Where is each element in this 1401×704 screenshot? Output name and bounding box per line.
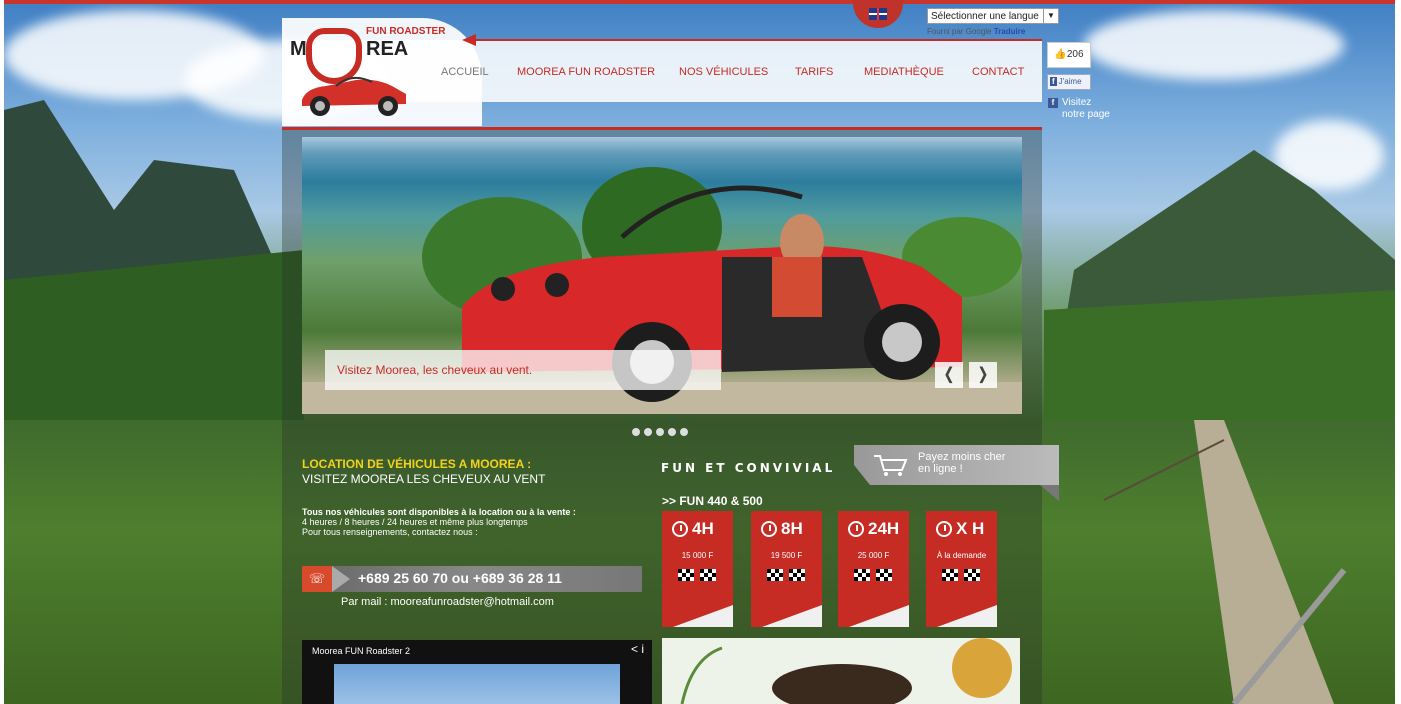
model-heading: >> FUN 440 & 500 <box>662 494 763 508</box>
nav-moorea-fun-roadster[interactable]: MOOREA FUN ROADSTER <box>517 66 655 78</box>
cartoon-illustration <box>662 638 1020 704</box>
nav-nos-vehicules[interactable]: NOS VÉHICULES <box>679 66 768 78</box>
price-card-duration: 4H <box>692 519 714 538</box>
pay-online-text[interactable]: Payez moins cher en ligne ! <box>918 451 1005 475</box>
logo-m: M <box>290 38 307 60</box>
translate-link[interactable]: Traduire <box>994 27 1026 36</box>
price-card-duration: 8H <box>781 519 803 538</box>
checkered-flags-icon <box>767 569 805 581</box>
checkered-flags-icon <box>854 569 892 581</box>
slider-dot[interactable] <box>644 428 652 436</box>
shopping-cart-icon <box>874 455 908 476</box>
price-card-8h[interactable]: 8H 19 500 F <box>751 511 822 627</box>
price-card-price: 15 000 F <box>681 551 714 560</box>
facebook-visit-link[interactable]: f Visitez notre page <box>1048 97 1110 121</box>
contact-email[interactable]: Par mail : mooreafunroadster@hotmail.com <box>341 596 554 608</box>
video-controls: < i <box>631 642 644 656</box>
checkered-flags-icon <box>678 569 716 581</box>
clock-icon <box>848 521 864 537</box>
price-card-price: 25 000 F <box>857 551 890 560</box>
phone-icon: ☏ <box>302 566 332 592</box>
clock-icon <box>672 521 688 537</box>
logo-subtitle: FUN ROADSTER <box>366 26 446 37</box>
facebook-f-icon: f <box>1050 77 1057 86</box>
slider-pagination <box>632 423 692 441</box>
powered-by-google: Fourni par Google Traduire <box>927 27 1026 36</box>
facebook-like-count: 👍206 <box>1047 42 1091 68</box>
facebook-like-button[interactable]: f J'aime <box>1047 74 1091 90</box>
slider-prev-button[interactable]: ❬ <box>935 362 963 388</box>
location-title: LOCATION DE VÉHICULES A MOOREA : <box>302 457 532 471</box>
thumbs-up-icon: 👍 <box>1054 49 1067 60</box>
slider-next-button[interactable]: ❭ <box>969 362 997 388</box>
header-arrow-head <box>462 34 476 46</box>
location-subtitle: VISITEZ MOOREA LES CHEVEUX AU VENT <box>302 472 546 486</box>
price-card-xh[interactable]: X H À la demande <box>926 511 997 627</box>
slider-dot[interactable] <box>632 428 640 436</box>
price-card-duration: X H <box>956 519 985 538</box>
chevron-down-icon: ▼ <box>1043 9 1058 23</box>
price-card-price: À la demande <box>936 551 987 560</box>
video-title: Moorea FUN Roadster 2 <box>312 646 411 656</box>
slider-dot[interactable] <box>680 428 688 436</box>
price-card-4h[interactable]: 4H 15 000 F <box>662 511 733 627</box>
header-arrow-line <box>476 39 1042 41</box>
language-select[interactable]: Sélectionner une langue ▼ <box>927 8 1059 24</box>
logo-rea: REA <box>366 38 409 60</box>
nav-accueil[interactable]: ACCUEIL <box>441 66 489 78</box>
clock-icon <box>761 521 777 537</box>
price-card-duration: 24H <box>868 519 900 538</box>
top-accent-bar <box>4 0 1395 4</box>
phone-numbers[interactable]: +689 25 60 70 ou +689 36 28 11 <box>358 570 562 586</box>
price-card-24h[interactable]: 24H 25 000 F <box>838 511 909 627</box>
slider-caption: Visitez Moorea, les cheveux au vent. <box>325 350 721 390</box>
fun-convivial-heading: FUN ET CONVIVIAL <box>661 461 836 475</box>
video-player[interactable]: Moorea FUN Roadster 2 < i <box>302 640 652 704</box>
logo-car-icon[interactable] <box>296 72 412 118</box>
slider-dot[interactable] <box>656 428 664 436</box>
nav-mediatheque[interactable]: MEDIATHÈQUE <box>864 66 944 78</box>
pay-banner-fold <box>1040 485 1059 501</box>
phone-arrow-icon <box>332 566 350 592</box>
location-info: Tous nos véhicules sont disponibles à la… <box>302 507 576 537</box>
video-thumbnail[interactable] <box>334 664 620 704</box>
facebook-icon: f <box>1048 98 1058 108</box>
info-icon[interactable]: i <box>641 642 644 656</box>
nav-tarifs[interactable]: TARIFS <box>795 66 833 78</box>
share-icon[interactable]: < <box>631 642 638 656</box>
nav-contact[interactable]: CONTACT <box>972 66 1024 78</box>
slider-dot[interactable] <box>668 428 676 436</box>
price-card-price: 19 500 F <box>770 551 803 560</box>
clock-icon <box>936 521 952 537</box>
checkered-flags-icon <box>942 569 980 581</box>
